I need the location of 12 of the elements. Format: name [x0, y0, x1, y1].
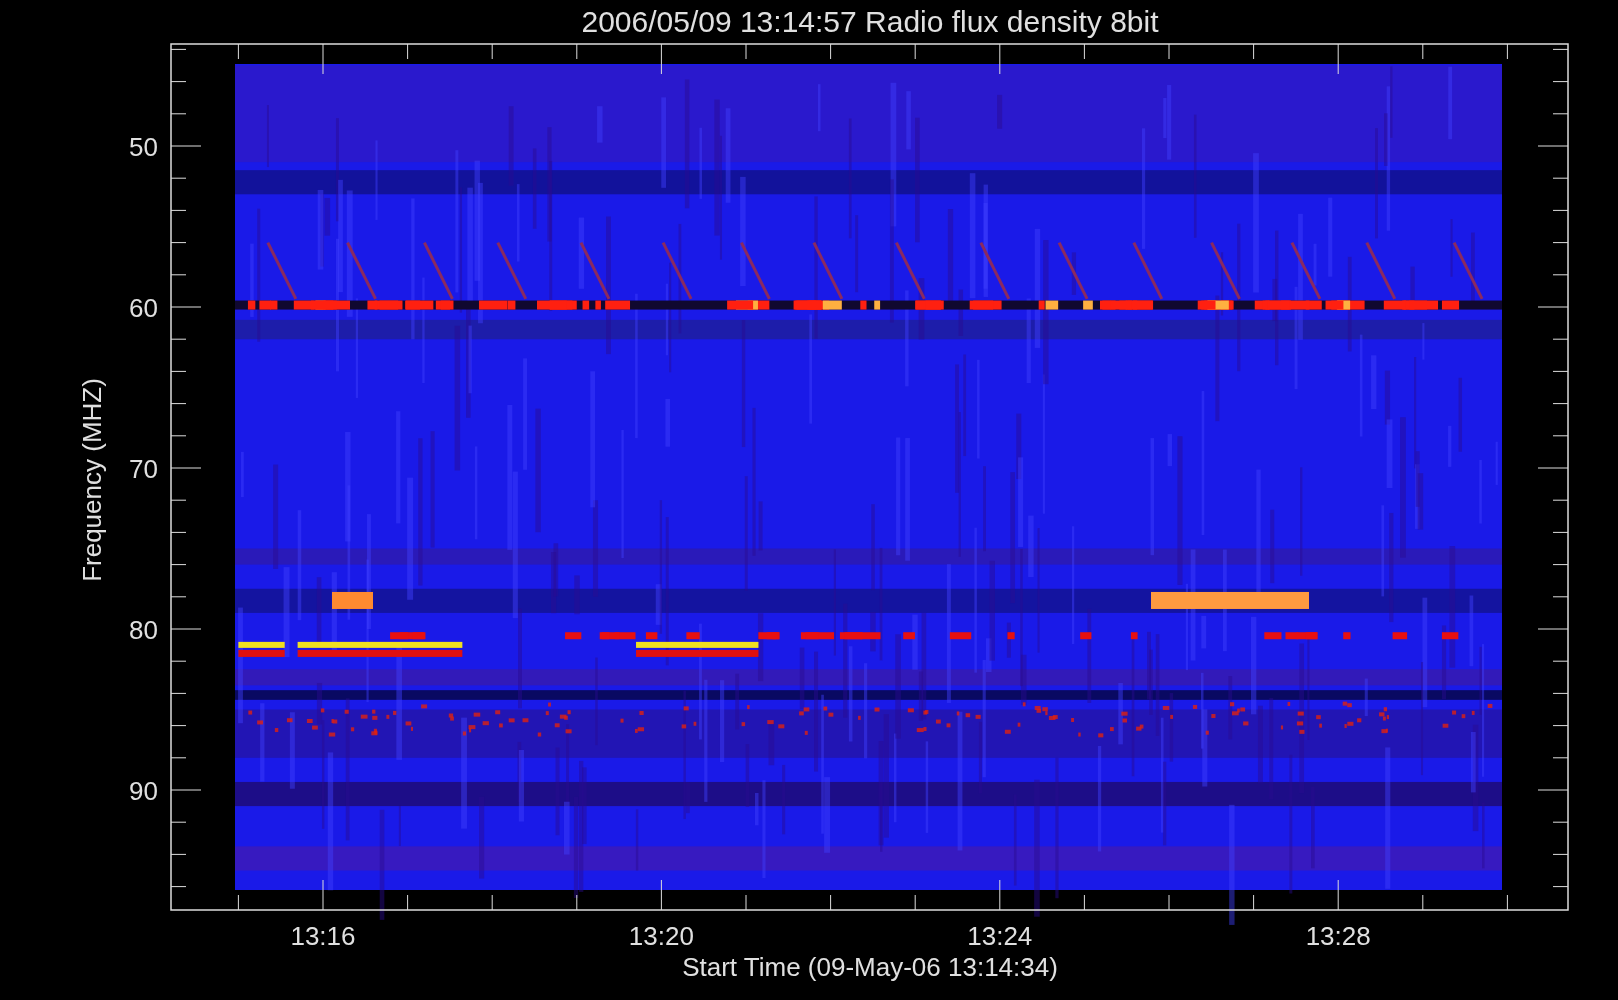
tick-label: 50: [129, 132, 158, 162]
tick-label: 13:20: [628, 921, 694, 951]
tick-label: 13:28: [1305, 921, 1371, 951]
tick-label: 90: [129, 776, 158, 806]
tick-label: 70: [129, 454, 158, 484]
chart-title: 2006/05/09 13:14:57 Radio flux density 8bit: [581, 5, 1159, 38]
tick-label: 13:24: [967, 921, 1033, 951]
tick-label: 13:16: [290, 921, 356, 951]
tick-label: 80: [129, 615, 158, 645]
tick-label: 60: [129, 293, 158, 323]
axis-title: Frequency (MHZ): [77, 378, 107, 582]
axis-title: Start Time (09-May-06 13:14:34): [682, 952, 1058, 982]
